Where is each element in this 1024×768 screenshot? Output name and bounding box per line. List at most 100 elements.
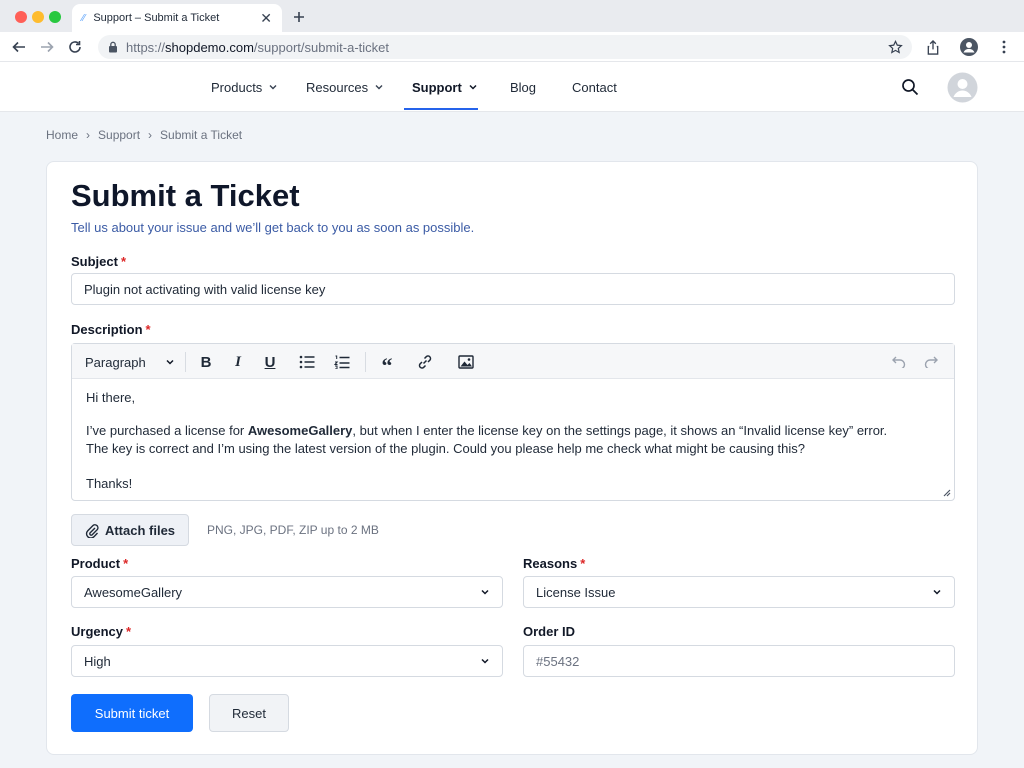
chevron-down-icon — [269, 85, 277, 90]
resize-handle-icon[interactable] — [942, 488, 951, 497]
more-vertical-icon — [1002, 40, 1006, 54]
underline-button[interactable]: U — [260, 352, 280, 372]
reasons-select[interactable]: License Issue — [523, 576, 955, 608]
required-asterisk: * — [126, 624, 132, 639]
product-value: AwesomeGallery — [84, 584, 183, 600]
tab-bar: ⁄⁄ Support – Submit a Ticket ✕ — [0, 0, 1024, 32]
chevron-down-icon — [481, 589, 489, 595]
browser-menu-button[interactable] — [995, 38, 1013, 56]
bold-button[interactable]: B — [196, 352, 216, 372]
site-header: Products Resources Support Blog Contact — [0, 62, 1024, 112]
nav-item-resources[interactable]: Resources — [306, 62, 384, 112]
nav-item-label: Contact — [572, 79, 617, 95]
new-tab-button[interactable] — [288, 6, 310, 28]
attach-files-label: Attach files — [104, 522, 176, 538]
order-id-input[interactable]: #55432 — [523, 645, 955, 677]
breadcrumb-home[interactable]: Home — [46, 128, 78, 142]
quote-icon: “ — [381, 353, 393, 378]
numbered-list-button[interactable] — [331, 352, 353, 372]
reasons-label-text: Reasons — [523, 556, 578, 571]
chevron-right-icon: › — [148, 128, 153, 142]
submit-ticket-button[interactable]: Submit ticket — [71, 694, 193, 732]
required-asterisk: * — [123, 556, 129, 571]
chevron-down-icon — [481, 658, 489, 664]
nav-item-blog[interactable]: Blog — [510, 62, 536, 112]
bookmark-button[interactable] — [886, 38, 904, 56]
editor-bold-text: AwesomeGallery — [247, 423, 353, 438]
urgency-label-text: Urgency — [71, 624, 124, 639]
user-avatar-button[interactable] — [947, 62, 978, 112]
forward-button[interactable] — [38, 38, 56, 56]
editor-paragraph-2: The key is correct and I’m using the lat… — [86, 441, 805, 456]
browser-tab[interactable]: ⁄⁄ Support – Submit a Ticket ✕ — [72, 4, 282, 32]
required-asterisk: * — [120, 254, 127, 269]
nav-item-label: Support — [412, 79, 462, 95]
attach-files-button[interactable]: Attach files — [71, 514, 189, 546]
active-nav-underline — [404, 108, 478, 110]
italic-button[interactable]: I — [228, 352, 248, 372]
description-label: Description * — [71, 322, 151, 337]
search-icon — [902, 79, 919, 96]
required-asterisk: * — [145, 322, 151, 337]
redo-button[interactable] — [921, 352, 941, 372]
reasons-value: License Issue — [536, 584, 616, 600]
editor-line-greeting: Hi there, — [86, 390, 136, 405]
link-icon — [418, 355, 432, 369]
lock-icon — [109, 41, 117, 53]
subject-input[interactable]: Plugin not activating with valid license… — [71, 273, 955, 305]
url-path: /support/submit-a-ticket — [253, 39, 390, 55]
avatar-icon — [947, 72, 978, 102]
order-id-placeholder: #55432 — [536, 653, 580, 669]
share-button[interactable] — [924, 38, 942, 56]
underline-icon: U — [264, 353, 276, 371]
urgency-label: Urgency * — [71, 624, 131, 639]
editor-content[interactable]: Hi there, I’ve purchased a license for A… — [72, 379, 954, 503]
arrow-left-icon — [12, 41, 25, 53]
insert-image-button[interactable] — [455, 352, 477, 372]
page-subtitle: Tell us about your issue and we’ll get b… — [71, 220, 475, 235]
account-icon — [960, 38, 978, 56]
undo-button[interactable] — [889, 352, 909, 372]
blockquote-button[interactable]: “ — [376, 352, 398, 377]
bulleted-list-icon — [299, 355, 315, 369]
bulleted-list-button[interactable] — [296, 352, 318, 372]
format-select[interactable]: Paragraph — [85, 352, 175, 372]
italic-icon: I — [235, 353, 241, 370]
profile-button[interactable] — [960, 38, 978, 56]
product-select[interactable]: AwesomeGallery — [71, 576, 503, 608]
required-asterisk: * — [580, 556, 586, 571]
product-label: Product * — [71, 556, 128, 571]
close-tab-icon[interactable]: ✕ — [260, 10, 272, 27]
format-value: Paragraph — [85, 354, 146, 370]
url-field[interactable]: https://shopdemo.com/support/submit-a-ti… — [98, 35, 912, 59]
tab-title: Support – Submit a Ticket — [93, 12, 220, 24]
redo-icon — [924, 356, 938, 368]
arrow-right-icon — [41, 41, 54, 53]
minimize-window-button[interactable] — [32, 11, 44, 23]
reload-button[interactable] — [66, 38, 84, 56]
editor-line-closing: Thanks! — [86, 476, 133, 491]
numbered-list-icon — [334, 355, 350, 369]
nav-item-contact[interactable]: Contact — [572, 62, 617, 112]
nav-item-support[interactable]: Support — [412, 62, 478, 112]
site-search-button[interactable] — [901, 62, 919, 112]
urgency-value: High — [84, 653, 111, 669]
order-id-label: Order ID — [523, 624, 576, 639]
undo-icon — [892, 356, 906, 368]
product-label-text: Product — [71, 556, 121, 571]
nav-item-products[interactable]: Products — [211, 62, 278, 112]
chevron-right-icon: › — [86, 128, 91, 142]
chevron-down-icon — [375, 85, 383, 90]
page-title: Submit a Ticket — [71, 178, 300, 213]
urgency-select[interactable]: High — [71, 645, 503, 677]
breadcrumb-support[interactable]: Support — [98, 128, 140, 142]
nav-item-label: Products — [211, 79, 263, 95]
back-button[interactable] — [10, 38, 28, 56]
maximize-window-button[interactable] — [49, 11, 61, 23]
reset-button[interactable]: Reset — [209, 694, 289, 732]
insert-link-button[interactable] — [414, 352, 436, 372]
close-window-button[interactable] — [15, 11, 27, 23]
editor-text: I’ve purchased a license for — [86, 423, 248, 438]
breadcrumb-current: Submit a Ticket — [160, 128, 243, 142]
nav-item-label: Blog — [510, 79, 537, 95]
